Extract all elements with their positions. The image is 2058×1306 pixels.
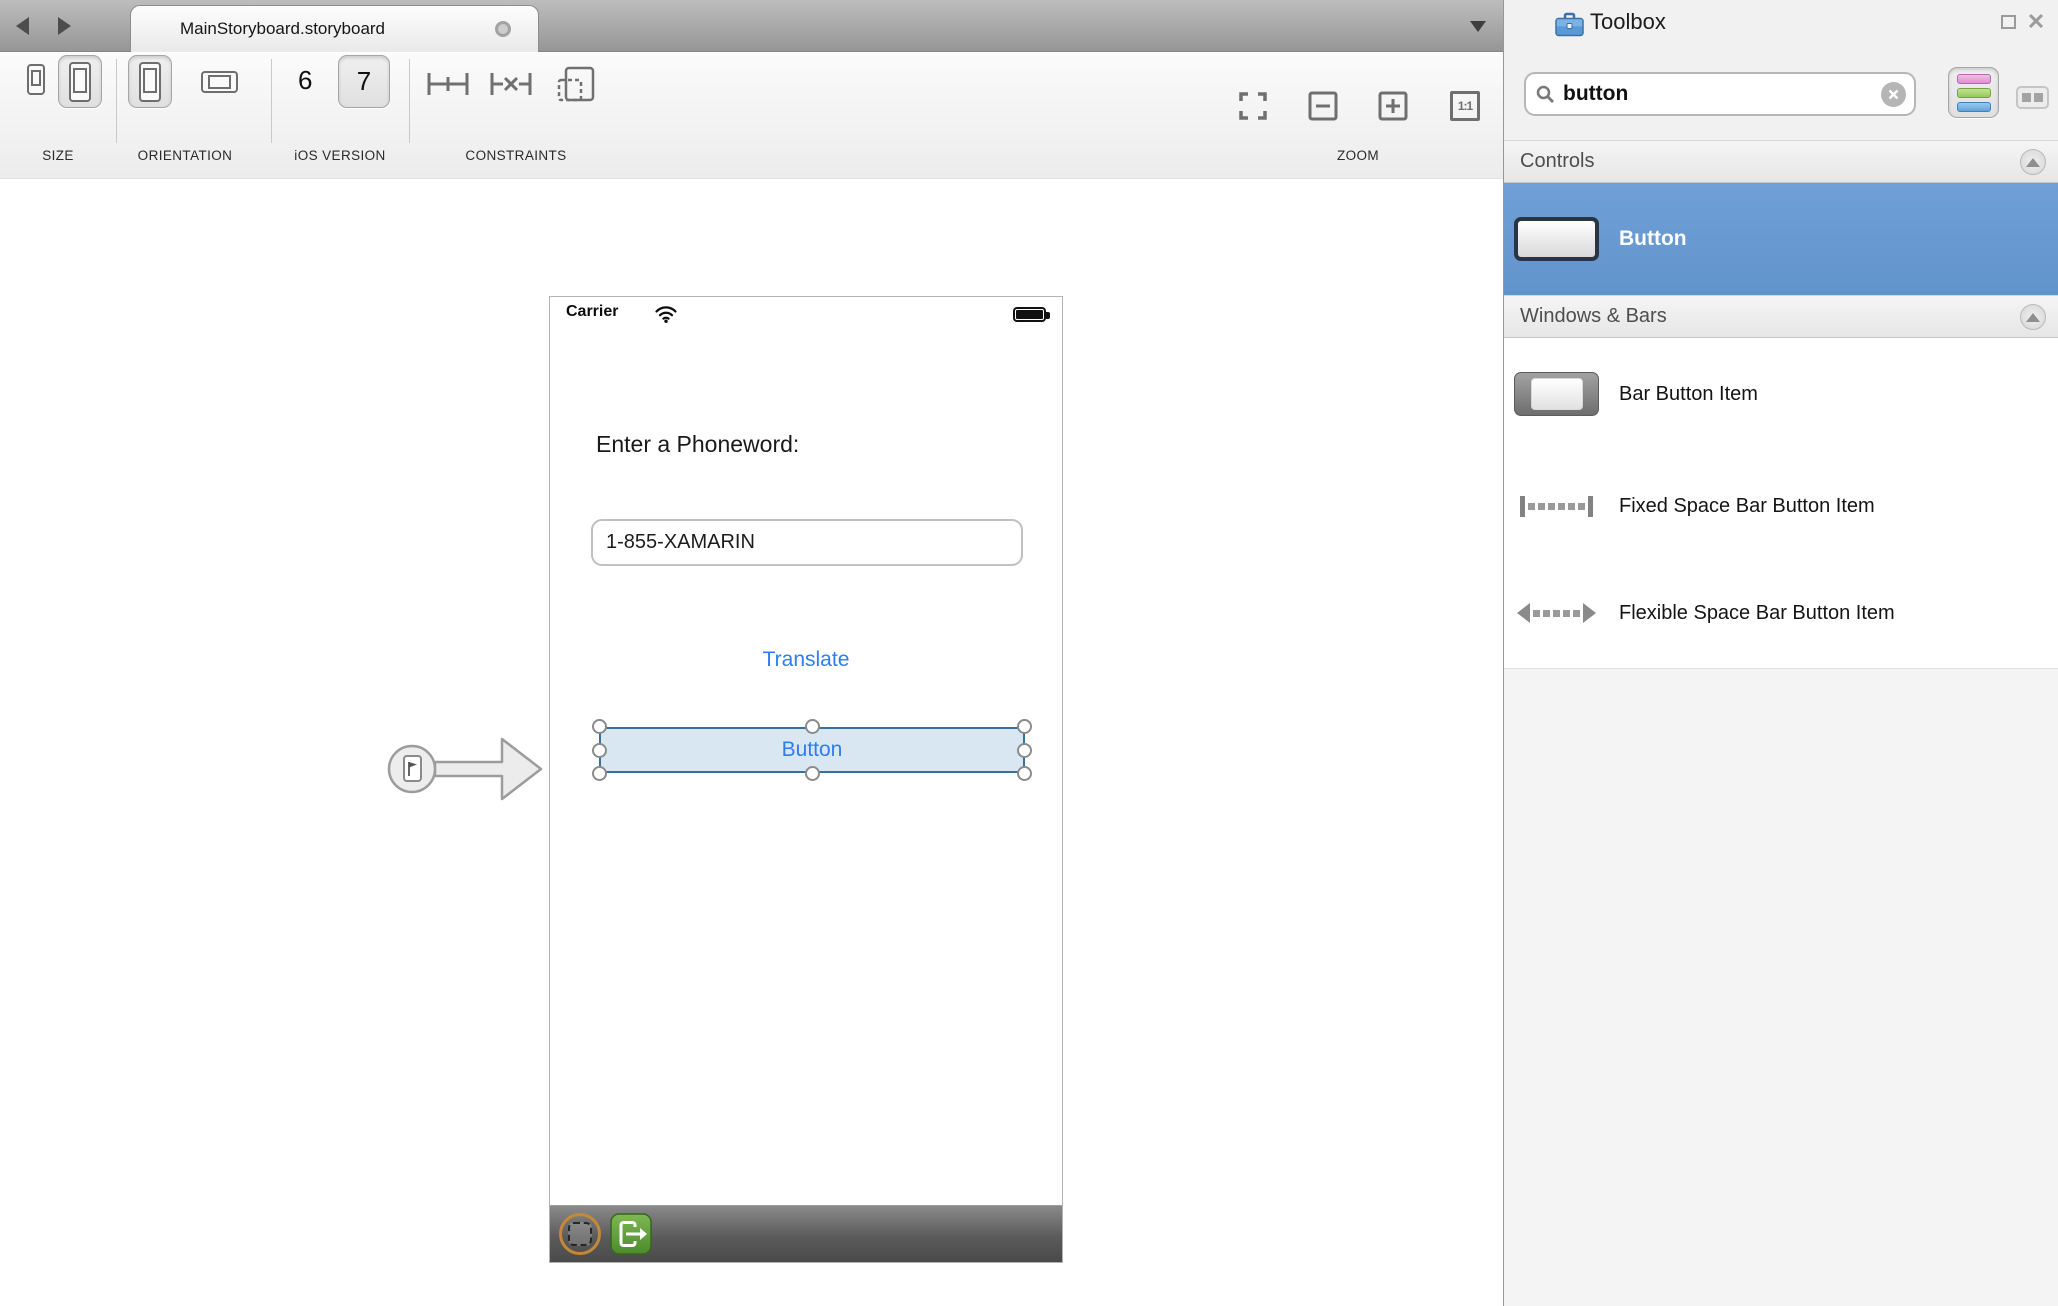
constraints-group-label: CONSTRAINTS [465,148,566,163]
iphone-view-controller[interactable]: Carrier Enter a Phoneword: Translate But… [549,296,1063,1263]
phoneword-label: Enter a Phoneword: [596,431,799,458]
update-frames-icon[interactable] [556,65,596,103]
toolbox-empty-area [1504,668,2058,1306]
view-controller-bottom-bar [550,1205,1062,1262]
toolbox-item-flexible-space-bar-button-item[interactable]: Flexible Space Bar Button Item [1504,576,2058,650]
collapse-section-icon[interactable] [2020,304,2046,330]
size-iphone-4inch-button[interactable] [58,55,102,108]
toolbox-item-button[interactable]: Button [1504,183,2058,295]
size-group-label: SIZE [42,148,74,163]
resize-handle-top-right[interactable] [1017,719,1032,734]
compact-view-toggle-button[interactable] [2016,86,2049,109]
resize-handle-top-center[interactable] [805,719,820,734]
add-width-constraint-icon[interactable] [426,69,470,99]
collapse-section-icon[interactable] [2020,149,2046,175]
tab-close-icon[interactable] [495,21,511,37]
carrier-label: Carrier [566,303,618,321]
toolbar-divider [271,59,272,143]
search-input[interactable] [1563,82,1881,106]
translate-button[interactable]: Translate [550,648,1062,672]
view-controller-segue-arrow[interactable] [383,731,549,807]
ios-version-group-label: iOS VERSION [294,148,385,163]
designer-toolbar: SIZE ORIENTATION 6 7 iOS VERSION CONSTRA… [0,53,1503,179]
selected-button-wrapper: Button [599,727,1025,773]
toolbox-title: Toolbox [1590,9,1666,35]
resize-handle-bottom-center[interactable] [805,766,820,781]
ios-version-6-button[interactable]: 6 [298,65,312,96]
zoom-out-button[interactable] [1308,91,1338,121]
toolbox-item-fixed-space-bar-button-item[interactable]: Fixed Space Bar Button Item [1504,469,2058,543]
iphone-tall-icon [69,62,91,102]
toolbar-divider [116,59,117,143]
dock-panel-icon[interactable] [2001,15,2016,29]
toolbox-search-field[interactable] [1524,72,1916,116]
resize-handle-bottom-right[interactable] [1017,766,1032,781]
toolbox-item-list: Bar Button Item Fixed Space Bar Button I… [1504,338,2058,668]
fixed-space-icon [1520,496,1593,517]
tab-list-dropdown-icon[interactable] [1470,21,1486,32]
tab-title: MainStoryboard.storyboard [180,19,385,39]
phone-number-field[interactable] [591,519,1023,566]
toolbox-header: Toolbox [1504,0,2058,44]
view-controller-icon[interactable] [559,1213,601,1255]
zoom-in-button[interactable] [1378,91,1408,121]
section-header-windows-bars[interactable]: Windows & Bars [1504,295,2058,338]
exit-segue-icon[interactable] [610,1213,652,1255]
resize-handle-bottom-left[interactable] [592,766,607,781]
navigate-forward-button[interactable] [58,17,71,35]
button-preview-icon [1514,217,1599,261]
list-view-icon [1957,74,1991,84]
wifi-icon [654,305,678,323]
tab-bar: MainStoryboard.storyboard [0,0,1503,52]
bar-button-item-icon [1514,372,1599,416]
resize-handle-mid-right[interactable] [1017,743,1032,758]
toolbar-divider [409,59,410,143]
resize-handle-top-left[interactable] [592,719,607,734]
toolbox-panel: Toolbox Controls Button [1503,0,2058,1306]
portrait-phone-icon [139,62,161,102]
ios-version-7-button[interactable]: 7 [338,55,390,108]
flexible-space-icon [1517,603,1596,623]
orientation-landscape-button[interactable] [201,71,238,93]
orientation-portrait-button[interactable] [128,55,172,108]
tab-mainstoryboard[interactable]: MainStoryboard.storyboard [130,5,539,52]
search-clear-icon[interactable] [1881,82,1906,107]
search-icon [1536,85,1555,104]
close-panel-icon[interactable] [2028,13,2044,29]
toolbox-briefcase-icon [1554,11,1585,38]
size-iphone-3-5inch-button[interactable] [27,64,45,95]
zoom-fit-button[interactable] [1238,91,1268,121]
zoom-group-label: ZOOM [1337,148,1379,163]
navigate-back-button[interactable] [16,17,29,35]
resize-handle-mid-left[interactable] [592,743,607,758]
compact-view-icon [2022,93,2031,102]
battery-icon [1013,307,1046,322]
toolbox-item-bar-button-item[interactable]: Bar Button Item [1504,352,2058,436]
list-view-toggle-button[interactable] [1948,67,1999,118]
zoom-actual-size-button[interactable]: 1:1 [1450,91,1480,121]
section-header-controls[interactable]: Controls [1504,140,2058,183]
orientation-group-label: ORIENTATION [138,148,233,163]
remove-constraint-icon[interactable] [489,69,533,99]
